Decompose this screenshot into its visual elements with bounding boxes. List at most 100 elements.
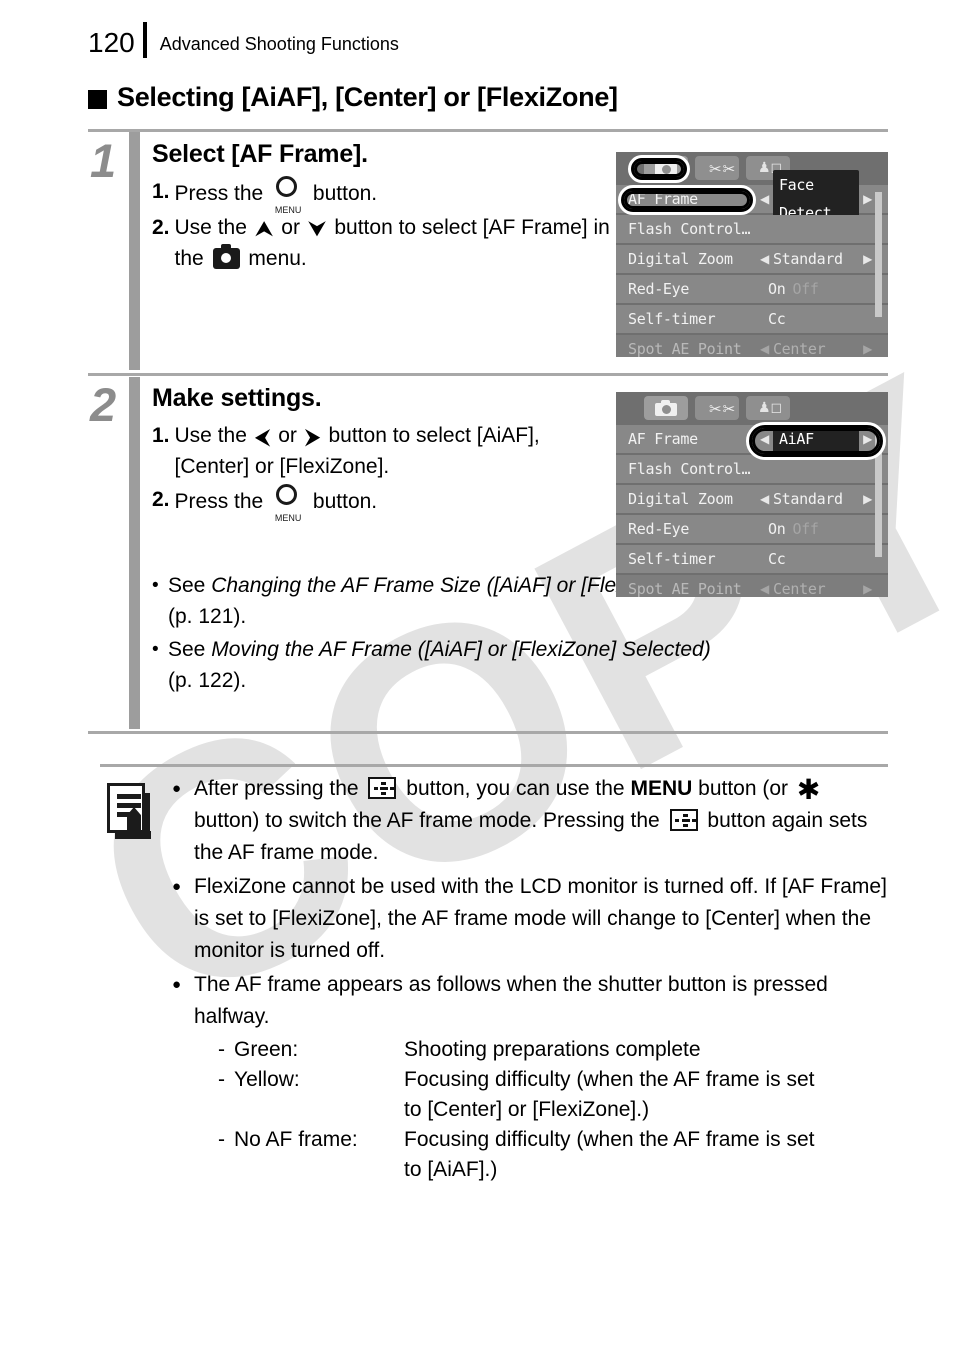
down-arrow-icon: ⮟ [307,217,327,242]
camera-icon-bump [220,244,231,249]
left-caret-icon[interactable]: ◀ [760,575,769,597]
right-caret-icon[interactable]: ▶ [863,335,872,357]
right-caret-icon[interactable]: ▶ [863,575,872,597]
self-timer-icon: Cc [768,550,786,568]
menu-row-value[interactable]: Cc [768,545,888,573]
menu-row-value-text: Standard [772,250,843,268]
page-header: 120 Advanced Shooting Functions [88,22,399,58]
menu-row-value[interactable]: Cc [768,305,888,333]
bullet-icon: • [152,639,159,660]
menu-row-value-on: On [768,280,786,298]
menu-row-spot-ae-point[interactable]: Spot AE Point ◀ Center ▶ [616,575,888,597]
right-caret-icon[interactable]: ▶ [863,185,872,213]
step2-side-bar [129,377,140,729]
camera-tab-icon[interactable] [644,396,688,420]
menu-row-red-eye[interactable]: Red-Eye On Off [616,275,888,303]
see-also-text: See Moving the AF Frame ([AiAF] or [Flex… [168,634,892,696]
menu-button-label: MENU [274,513,302,523]
steps-bottom-rule [88,731,888,734]
tools-tab-icon[interactable]: ✂✂ [695,156,739,180]
substep-text: Press the MENU button. [174,176,612,215]
af-dot-center [681,818,690,822]
menu-row-digital-zoom[interactable]: Digital Zoom ◀ Standard ▶ [616,485,888,513]
step-2-number: 2 [90,378,117,431]
note-icon-line [117,794,141,799]
step1-top-rule [88,129,888,132]
note-part-4: button) to switch the AF frame mode. Pre… [194,809,660,832]
header-divider [142,22,147,58]
color-name: No AF frame: [234,1128,358,1151]
step-1-title: Select [AF Frame]. [152,140,368,168]
af-dot-left [373,786,378,790]
left-caret-icon[interactable]: ◀ [760,245,769,273]
color-description: Focusing difficulty (when the AF frame i… [404,1128,815,1151]
menu-row-value[interactable]: ◀ Center ▶ [756,575,876,597]
menu-row-label: Self-timer [628,550,716,568]
menu-row-self-timer[interactable]: Self-timer Cc [616,305,888,333]
substep-text-pre: Use the [174,424,247,447]
menu-button-ring [276,176,298,197]
note-pencil-icon [107,783,151,841]
af-dot-top [381,781,387,785]
af-dot-left [675,818,680,822]
menu-row-value-off: Off [792,520,819,538]
step-1-body: Select [AF Frame]. 1. Press the MENU but… [152,140,612,276]
step1-side-bar [129,132,140,370]
step-1-substep-2: 2. Use the ⮝ or ⮟ button to select [AF F… [152,212,612,274]
step-1-number: 1 [90,134,117,187]
see-also-lead: See [168,638,212,661]
menu-row-spot-ae-point[interactable]: Spot AE Point ◀ Center ▶ [616,335,888,357]
note-icon-line [117,803,141,808]
menu-row-digital-zoom[interactable]: Digital Zoom ◀ Standard ▶ [616,245,888,273]
my-camera-tab-icon[interactable]: ♟◻ [746,396,790,420]
right-caret-icon[interactable]: ▶ [863,245,872,273]
color-name: Yellow: [234,1068,300,1091]
note-text: After pressing the button, you can use t… [194,773,892,869]
left-caret-icon[interactable]: ◀ [760,485,769,513]
tools-tab-icon[interactable]: ✂✂ [695,396,739,420]
bullet-icon: ● [172,878,182,895]
menu-row-value[interactable]: ◀ Standard ▶ [756,485,876,513]
color-description: Shooting preparations complete [404,1038,701,1061]
step2-top-rule [88,373,888,376]
substep-text-pre: Press the [174,182,264,205]
left-caret-icon[interactable]: ◀ [760,335,769,357]
see-also-page: (p. 121). [168,605,247,628]
substep-number: 2. [152,488,170,511]
menu-row-red-eye[interactable]: Red-Eye On Off [616,515,888,543]
step-1-substep-1: 1. Press the MENU button. [152,176,612,215]
my-camera-tab-glyph: ♟◻ [758,400,783,416]
see-also-page: (p. 122). [168,669,247,692]
menu-row-value[interactable]: On Off [768,515,888,543]
menu-row-value-text: Center [772,580,826,597]
left-arrow-icon: ⮜ [254,425,271,450]
menu-row-label: Spot AE Point [628,340,742,357]
menu-row-value-text: Standard [772,490,843,508]
lcd-scrollbar[interactable] [875,192,882,317]
menu-row-value-off: Off [792,280,819,298]
note-text: FlexiZone cannot be used with the LCD mo… [194,875,887,962]
color-row-no-af-frame-cont: to [AiAF].) [218,1155,892,1185]
right-caret-icon[interactable]: ▶ [863,485,872,513]
note-text: The AF frame appears as follows when the… [194,969,892,1185]
star-button-icon: ✱ [796,773,821,806]
left-caret-icon[interactable]: ◀ [760,185,769,213]
af-dot-bottom [381,791,387,795]
notes-list: ● After pressing the button, you can use… [172,773,892,1187]
menu-row-value[interactable]: On Off [768,275,888,303]
color-description: Focusing difficulty (when the AF frame i… [404,1068,815,1091]
menu-row-flash-control[interactable]: Flash Control… [616,215,888,243]
color-row-green: - Green: Shooting preparations complete [218,1035,892,1065]
see-also-lead: See [168,574,212,597]
menu-row-value[interactable]: ◀ Standard ▶ [756,245,876,273]
dash-marker: - [218,1038,225,1061]
menu-row-self-timer[interactable]: Self-timer Cc [616,545,888,573]
note-menu-keyword: MENU [630,777,693,800]
highlight-ring-camera-tab [628,155,690,183]
menu-row-label: Digital Zoom [628,250,733,268]
note-item-2: ● FlexiZone cannot be used with the LCD … [172,871,892,967]
menu-button-icon: MENU [273,484,303,523]
color-row-yellow-cont: to [Center] or [FlexiZone].) [218,1095,892,1125]
menu-row-value[interactable]: ◀ Center ▶ [756,335,876,357]
self-timer-icon: Cc [768,310,786,328]
